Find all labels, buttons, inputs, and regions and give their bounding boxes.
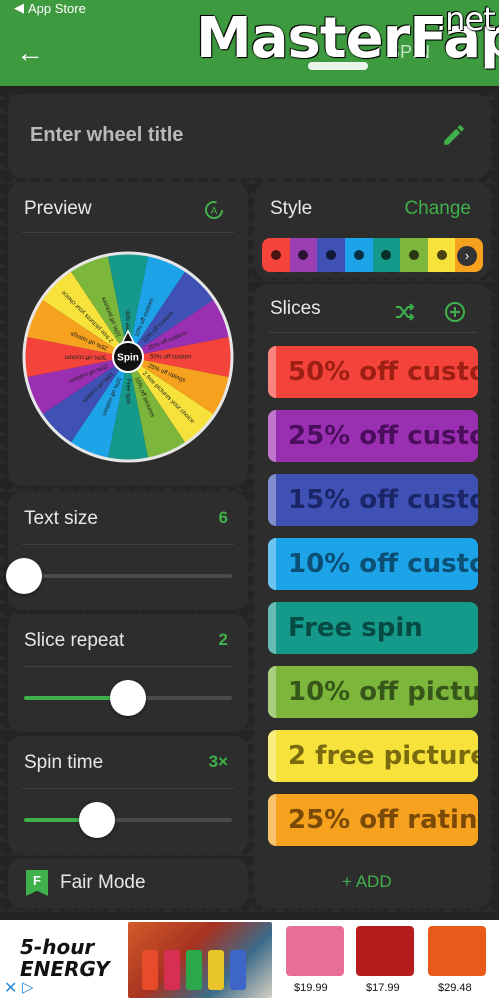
spin-time-slider-thumb[interactable] (78, 802, 115, 838)
color-swatch[interactable] (344, 238, 373, 272)
add-slice-button[interactable]: + ADD (342, 872, 392, 892)
color-swatch[interactable] (427, 238, 456, 272)
wheel-title-input[interactable]: Enter wheel title (30, 124, 183, 147)
ad-price: $17.99 (366, 982, 400, 994)
text-size-slider-thumb[interactable] (6, 558, 42, 594)
divider (268, 332, 477, 333)
color-palette-strip[interactable] (262, 238, 483, 272)
wheel-slice-label: 50% off custom (65, 353, 106, 359)
text-size-value: 6 (218, 508, 228, 527)
color-swatch[interactable] (372, 238, 401, 272)
spin-time-card: Spin time 3× (8, 736, 248, 854)
close-ad-icon[interactable]: ✕ (4, 978, 17, 998)
fair-mode-label[interactable]: Fair Mode (60, 872, 146, 894)
divider (22, 232, 234, 233)
status-bar: ◀ App Store (14, 0, 86, 16)
color-swatch[interactable] (262, 238, 290, 272)
slice-item[interactable]: 15% off custom (268, 474, 478, 526)
auto-rotate-icon[interactable]: A (202, 198, 226, 222)
watermark-logo: MasterFap .net (196, 0, 499, 71)
text-size-slider[interactable] (6, 558, 232, 594)
slice-item[interactable]: 10% off custom (268, 538, 478, 590)
svg-text:A: A (211, 206, 218, 217)
change-style-link[interactable]: Change (404, 198, 471, 220)
spin-button-label[interactable]: Spin (117, 353, 139, 364)
chevron-right-icon[interactable]: › (457, 246, 477, 266)
ad-product-photo[interactable] (128, 922, 272, 998)
wheel-preview[interactable]: Free spin 10% off custom15% off custom25%… (21, 250, 235, 464)
slice-repeat-value: 2 (218, 630, 228, 649)
ad-choices-icon[interactable]: ▷ (22, 978, 34, 996)
slice-item[interactable]: 10% off pictures (268, 666, 478, 718)
divider (22, 666, 234, 667)
pencil-icon[interactable] (441, 122, 467, 148)
ad-banner[interactable]: 5-hour ENERGY $19.99 $17.99 $29.48 (0, 920, 499, 1000)
preview-card: Preview A Free spin 10% off custom 15% off… (8, 182, 248, 486)
back-arrow-icon[interactable]: ← (16, 38, 46, 68)
app-header: ◀ App Store ← SPIN MasterFap .net (0, 0, 499, 86)
back-to-app-icon[interactable]: ◀ (14, 0, 24, 16)
spin-time-value: 3× (208, 752, 228, 771)
wheel-slice-label: 50% off custom (150, 355, 191, 361)
slice-item[interactable]: 50% off custom (268, 346, 478, 398)
slice-item[interactable]: Free spin (268, 602, 478, 654)
back-app-label[interactable]: App Store (28, 1, 86, 16)
text-size-label: Text size (24, 508, 98, 529)
slice-repeat-slider-thumb[interactable] (110, 680, 146, 716)
wheel-slice-label: Free spin (124, 379, 130, 404)
slice-item[interactable]: 25% off ratings (268, 794, 478, 846)
ad-product-image[interactable] (428, 926, 486, 976)
divider (22, 788, 234, 789)
color-swatch[interactable] (317, 238, 345, 272)
color-swatch[interactable] (289, 238, 318, 272)
wheel-title-card[interactable]: Enter wheel title (8, 94, 491, 178)
add-circle-icon[interactable] (443, 300, 467, 324)
slices-card: Slices 50% off custom 25% off custom 15% o… (254, 284, 491, 908)
ad-logo[interactable]: 5-hour ENERGY (20, 936, 120, 984)
slice-item[interactable]: 2 free pictures (268, 730, 478, 782)
slice-repeat-card: Slice repeat 2 (8, 614, 248, 732)
fair-mode-icon: F (26, 870, 48, 896)
divider (22, 544, 234, 545)
style-card: Style Change › (254, 182, 491, 278)
ad-price: $19.99 (294, 982, 328, 994)
slices-title: Slices (270, 298, 321, 319)
slice-repeat-slider[interactable] (24, 680, 232, 716)
color-swatch[interactable] (400, 238, 428, 272)
spin-time-slider[interactable] (24, 802, 232, 838)
slice-repeat-label: Slice repeat (24, 630, 125, 651)
spin-time-label: Spin time (24, 752, 104, 773)
ad-product-image[interactable] (356, 926, 414, 976)
style-title: Style (270, 198, 313, 219)
preview-title: Preview (24, 198, 92, 219)
slice-item[interactable]: 25% off custom (268, 410, 478, 462)
ad-price: $29.48 (438, 982, 472, 994)
ad-product-image[interactable] (286, 926, 344, 976)
shuffle-icon[interactable] (392, 300, 416, 324)
text-size-card: Text size 6 (6, 492, 248, 610)
fair-mode-card[interactable]: F Fair Mode (8, 858, 248, 908)
